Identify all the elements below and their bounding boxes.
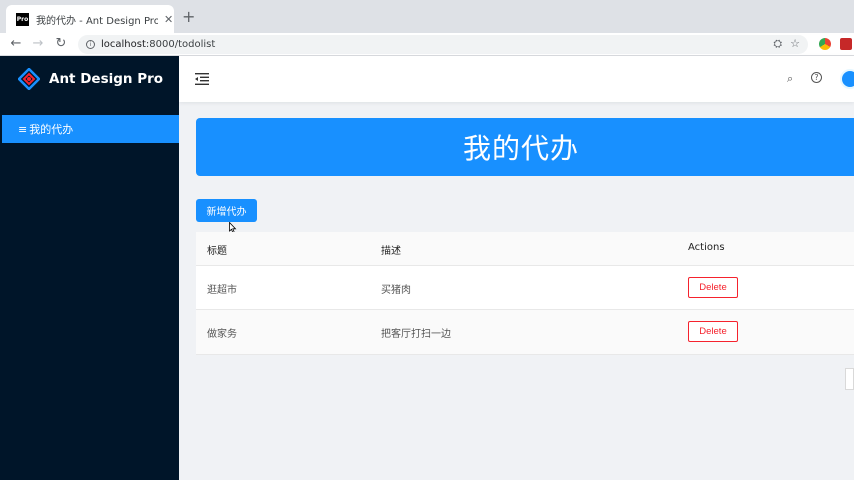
extension-icon[interactable] bbox=[840, 38, 852, 50]
url-text: localhost:8000/todolist bbox=[101, 39, 216, 50]
browser-tabstrip: Pro 我的代办 - Ant Design Pro ✕ + bbox=[0, 0, 854, 33]
avatar[interactable] bbox=[840, 69, 854, 89]
logo-text: Ant Design Pro bbox=[49, 71, 164, 87]
browser-tab[interactable]: Pro 我的代办 - Ant Design Pro ✕ bbox=[6, 5, 174, 33]
sidebar-item-todo[interactable]: ≡ 我的代办 bbox=[2, 115, 179, 143]
cell-title: 做家务 bbox=[207, 329, 237, 340]
browser-toolbar: ← → ↻ i localhost:8000/todolist ⛭ ☆ bbox=[0, 33, 854, 56]
search-icon[interactable]: ⌕ bbox=[787, 72, 793, 86]
column-header-actions: Actions bbox=[688, 242, 725, 253]
translate-icon[interactable]: ⛭ bbox=[773, 37, 782, 51]
table-header: 标题 描述 Actions bbox=[196, 232, 854, 266]
column-header-description: 描述 bbox=[381, 246, 401, 257]
delete-button[interactable]: Delete bbox=[688, 321, 738, 342]
forward-arrow-icon[interactable]: → bbox=[30, 36, 46, 52]
column-header-title: 标题 bbox=[207, 246, 227, 257]
help-icon[interactable]: ? bbox=[811, 72, 822, 83]
menu-list-icon: ≡ bbox=[18, 122, 28, 136]
page-title: 我的代办 bbox=[462, 132, 579, 165]
address-bar[interactable]: i localhost:8000/todolist ⛭ ☆ bbox=[78, 35, 808, 54]
scrollbar[interactable] bbox=[845, 368, 854, 390]
delete-button[interactable]: Delete bbox=[688, 277, 738, 298]
chrome-extension-icon[interactable] bbox=[819, 38, 831, 50]
tab-title: 我的代办 - Ant Design Pro bbox=[36, 15, 158, 27]
table-row: 做家务 把客厅打扫一边 Delete bbox=[196, 310, 854, 355]
info-icon[interactable]: i bbox=[86, 40, 95, 49]
cell-description: 把客厅打扫一边 bbox=[381, 329, 451, 340]
add-todo-button[interactable]: 新增代办 bbox=[196, 199, 257, 222]
cell-description: 买猪肉 bbox=[381, 285, 411, 296]
new-tab-button[interactable]: + bbox=[182, 9, 195, 25]
bookmark-star-icon[interactable]: ☆ bbox=[790, 37, 800, 51]
omnibox-actions: ⛭ ☆ bbox=[773, 37, 800, 51]
reload-icon[interactable]: ↻ bbox=[53, 36, 69, 52]
close-icon[interactable]: ✕ bbox=[164, 13, 173, 26]
table-row: 逛超市 买猪肉 Delete bbox=[196, 266, 854, 310]
todo-table: 标题 描述 Actions 逛超市 买猪肉 Delete 做家务 把客厅打扫一边… bbox=[196, 232, 854, 355]
ant-design-logo-icon bbox=[18, 68, 40, 90]
back-arrow-icon[interactable]: ← bbox=[8, 36, 24, 52]
global-header: ⌕ ? bbox=[179, 56, 854, 102]
cell-title: 逛超市 bbox=[207, 285, 237, 296]
sidebar-item-label: 我的代办 bbox=[29, 123, 74, 136]
favicon-icon: Pro bbox=[16, 12, 29, 26]
menu-fold-icon[interactable] bbox=[195, 73, 209, 85]
logo[interactable]: Ant Design Pro bbox=[0, 56, 179, 102]
sidebar: Ant Design Pro ≡ 我的代办 bbox=[0, 56, 179, 480]
page-banner: 我的代办 bbox=[196, 118, 854, 176]
